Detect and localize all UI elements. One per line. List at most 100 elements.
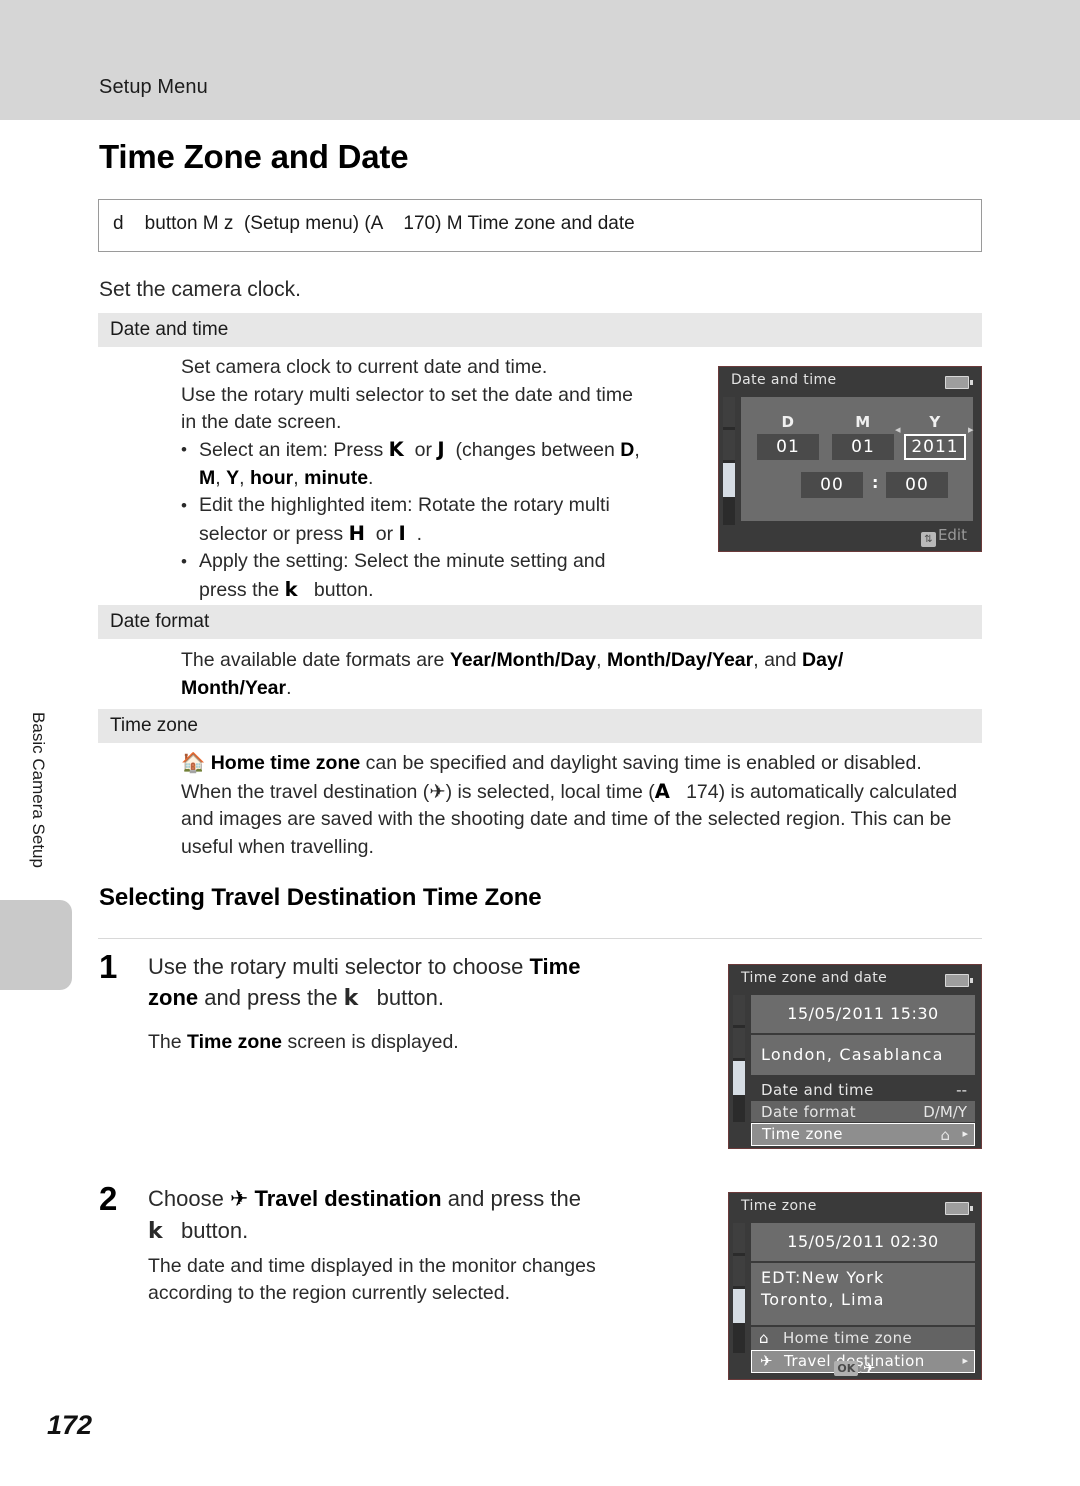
minute-value[interactable]: 00 [886, 472, 948, 498]
day-value[interactable]: 01 [757, 434, 819, 460]
page-number: 172 [47, 1410, 93, 1440]
up-down-arrow-icon: ⇅ [920, 532, 936, 547]
battery-icon-2 [945, 974, 973, 987]
time-separator: : [872, 473, 879, 492]
battery-icon-3 [945, 1202, 973, 1215]
scroll-seg-1 [723, 397, 735, 427]
running-head: Setup Menu [99, 76, 208, 98]
step-2-subtext: The date and time displayed in the monit… [148, 1255, 596, 1304]
lcd1-panel: D 01 M 01 Y 2011 ◂ ▸ 00 : 00 [741, 397, 974, 521]
lcd1-titlebar: Date and time [719, 367, 981, 395]
intro-text: Set the camera clock. [99, 278, 301, 301]
scroll-thumb[interactable] [723, 463, 735, 497]
row-label: Time zone [762, 1125, 843, 1143]
row-value: -- [956, 1081, 967, 1099]
lcd2-scrollbar[interactable] [733, 995, 745, 1122]
lcd2-city: London, Casablanca [751, 1035, 975, 1075]
date-and-time-intro: Set camera clock to current date and tim… [181, 354, 701, 437]
row-value: D/M/Y [923, 1103, 967, 1121]
subsection-rule [98, 938, 982, 939]
chapter-side-label: Basic Camera Setup [29, 712, 48, 868]
step-2-number: 2 [99, 1180, 118, 1217]
lcd3-titlebar: Time zone [729, 1193, 981, 1221]
running-header-band [0, 0, 1080, 120]
section-band-date-and-time: Date and time [98, 313, 982, 347]
chevron-right-icon: ▸ [962, 1127, 968, 1140]
lcd3-scrollbar[interactable] [733, 1223, 745, 1353]
lcd3-clock: 15/05/2011 02:30 [751, 1223, 975, 1261]
time-col-hour[interactable]: 00 [801, 469, 863, 498]
lcd-screen-time-zone-and-date: Time zone and date 15/05/2011 15:30 Lond… [728, 964, 982, 1149]
battery-icon [945, 376, 973, 389]
bullet-select-item: Select an item: Press K or J (changes be… [181, 436, 701, 492]
option-label: Home time zone [783, 1329, 913, 1347]
lcd3-zone-line-1: EDT:New York [761, 1268, 885, 1287]
scroll-seg-2 [733, 1028, 745, 1058]
lcd3-footer: OK:✈ [729, 1359, 981, 1377]
scroll-seg-2 [723, 430, 735, 460]
date-and-time-bullets: Select an item: Press K or J (changes be… [181, 436, 701, 604]
section-heading-date-and-time: Date and time [110, 319, 229, 340]
lcd2-row-time-zone[interactable]: Time zone ⌂ ▸ [751, 1123, 975, 1146]
airplane-icon-footer: ✈ [863, 1359, 876, 1377]
date-col-day[interactable]: D 01 [757, 413, 819, 460]
lcd3-zone-line-2: Toronto, Lima [761, 1290, 885, 1309]
ok-button-icon: OK [834, 1361, 859, 1376]
step-1-text: Use the rotary multi selector to choose … [148, 954, 581, 1011]
month-label: M [855, 413, 871, 431]
breadcrumb: d button M z (Setup menu) (A 170) M Time… [113, 213, 635, 234]
bullet-apply-setting: Apply the setting: Select the minute set… [181, 548, 701, 604]
right-arrow-icon[interactable]: ▸ [968, 423, 974, 436]
home-icon-option: ⌂ [759, 1329, 769, 1347]
date-col-month[interactable]: M 01 [832, 413, 894, 460]
month-value[interactable]: 01 [832, 434, 894, 460]
year-value[interactable]: 2011 [904, 434, 966, 460]
subsection-heading: Selecting Travel Destination Time Zone [99, 884, 542, 911]
date-and-time-line-1: Set camera clock to current date and tim… [181, 356, 548, 378]
scroll-seg-1 [733, 1223, 745, 1253]
lcd2-row-date-and-time[interactable]: Date and time -- [751, 1079, 975, 1100]
section-heading-date-format: Date format [110, 611, 210, 632]
edit-label: Edit [937, 526, 967, 544]
breadcrumb-box: d button M z (Setup menu) (A 170) M Time… [98, 199, 982, 252]
edge-thumb-tab [0, 900, 72, 990]
lcd3-option-home-time-zone[interactable]: ⌂ Home time zone [751, 1327, 975, 1350]
lcd2-clock: 15/05/2011 15:30 [751, 995, 975, 1033]
date-and-time-line-3: in the date screen. [181, 411, 342, 433]
date-and-time-line-2: Use the rotary multi selector to set the… [181, 383, 633, 406]
lcd1-footer: ⇅ Edit [719, 525, 981, 551]
step-1-number: 1 [99, 948, 118, 985]
edit-hint: ⇅ Edit [920, 526, 967, 547]
left-arrow-icon[interactable]: ◂ [895, 423, 901, 436]
row-label: Date and time [761, 1081, 874, 1099]
lcd1-title: Date and time [731, 372, 837, 388]
lcd2-titlebar: Time zone and date [729, 965, 981, 993]
lcd3-title: Time zone [741, 1198, 817, 1214]
lcd3-zone-block: EDT:New York Toronto, Lima [751, 1263, 975, 1325]
scroll-thumb[interactable] [733, 1061, 745, 1095]
lcd-screen-date-and-time: Date and time D 01 M 01 Y 2011 ◂ ▸ 00 : … [718, 366, 982, 552]
day-label: D [781, 413, 795, 431]
home-icon: 🏠 [181, 751, 206, 774]
time-col-minute[interactable]: 00 [886, 469, 948, 498]
step-1-subtext: The Time zone screen is displayed. [148, 1031, 459, 1053]
scroll-thumb[interactable] [733, 1289, 745, 1323]
time-zone-body: 🏠 Home time zone can be specified and da… [181, 751, 958, 858]
date-format-body: The available date formats are Year/Mont… [181, 649, 844, 699]
row-label: Date format [761, 1103, 857, 1121]
lcd2-title: Time zone and date [741, 970, 888, 986]
scroll-seg-1 [733, 995, 745, 1025]
hour-value[interactable]: 00 [801, 472, 863, 498]
lcd2-row-date-format[interactable]: Date format D/M/Y [751, 1101, 975, 1122]
section-heading-time-zone: Time zone [110, 715, 198, 736]
bullet-edit-item: Edit the highlighted item: Rotate the ro… [181, 492, 701, 548]
lcd-screen-time-zone: Time zone 15/05/2011 02:30 EDT:New York … [728, 1192, 982, 1380]
home-icon-row: ⌂ [940, 1126, 950, 1144]
section-band-time-zone: Time zone [98, 709, 982, 743]
section-band-date-format: Date format [98, 605, 982, 639]
year-label: Y [929, 413, 941, 431]
date-col-year[interactable]: Y 2011 [904, 413, 966, 460]
lcd1-scrollbar[interactable] [723, 397, 735, 525]
airplane-icon: ✈ [429, 779, 446, 803]
step-2-text: Choose ✈ Travel destination and press th… [148, 1186, 582, 1244]
